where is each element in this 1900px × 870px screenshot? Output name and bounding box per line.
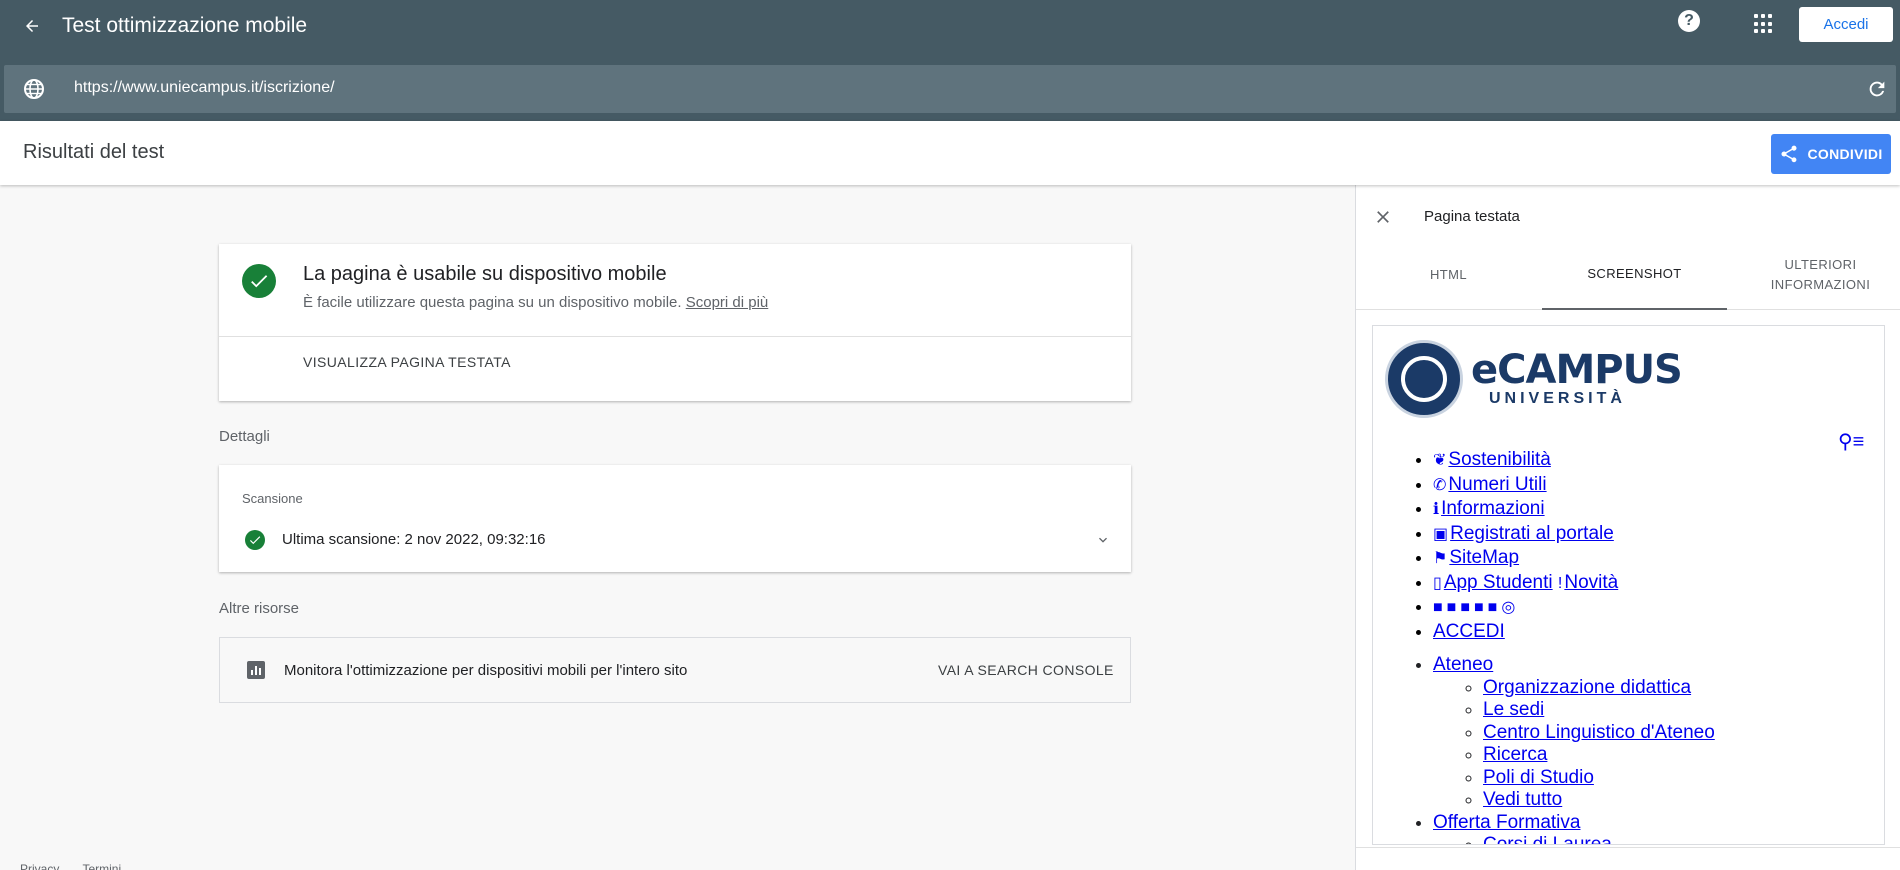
- preview-link: Centro Linguistico d'Ateneo: [1483, 721, 1715, 743]
- list-item: ❦Sostenibilità: [1433, 448, 1618, 473]
- status-description: È facile utilizzare questa pagina su un …: [303, 294, 768, 311]
- preview-link: Ateneo: [1433, 654, 1494, 675]
- panel-title: Pagina testata: [1424, 208, 1520, 225]
- view-tested-page-button[interactable]: VISUALIZZA PAGINA TESTATA: [303, 354, 511, 370]
- ecampus-logo: eCAMPUS UNIVERSITÀ: [1385, 340, 1683, 418]
- results-header: Risultati del test CONDIVIDI: [0, 121, 1900, 185]
- preview-link: Informazioni: [1441, 498, 1545, 519]
- scan-card[interactable]: Scansione Ultima scansione: 2 nov 2022, …: [219, 465, 1131, 572]
- sitemap-icon: ⚑: [1433, 550, 1448, 567]
- title-bar: Test ottimizzazione mobile ? Accedi: [0, 0, 1900, 52]
- social-icons: ■■■■■◎: [1433, 599, 1520, 616]
- tested-page-panel: Pagina testata HTML SCREENSHOT ULTERIORI…: [1355, 185, 1900, 870]
- list-item: Organizzazione didattica: [1483, 677, 1715, 700]
- preview-link: Poli di Studio: [1483, 766, 1594, 788]
- search-menu-icon: ⚲≡: [1838, 431, 1865, 453]
- logo-main-text: eCAMPUS: [1471, 347, 1683, 393]
- preview-link: Registrati al portale: [1450, 522, 1614, 544]
- help-icon[interactable]: ?: [1678, 10, 1700, 32]
- details-section-label: Dettagli: [219, 428, 270, 445]
- globe-icon: [24, 79, 44, 99]
- list-item: Centro Linguistico d'Ateneo: [1483, 722, 1715, 745]
- list-item: Ateneo Organizzazione didattica Le sedi …: [1433, 654, 1715, 812]
- chevron-down-icon[interactable]: [1095, 532, 1111, 548]
- preview-menu: Ateneo Organizzazione didattica Le sedi …: [1433, 654, 1715, 845]
- mobile-icon: ▯: [1433, 574, 1442, 592]
- tab-screenshot[interactable]: SCREENSHOT: [1542, 240, 1727, 310]
- resource-text: Monitora l'ottimizzazione per dispositiv…: [284, 662, 688, 679]
- screenshot-preview: eCAMPUS UNIVERSITÀ ⚲≡ ❦Sostenibilità ✆Nu…: [1372, 325, 1885, 845]
- preview-link: SiteMap: [1449, 547, 1520, 568]
- list-item: ACCEDI: [1433, 620, 1618, 644]
- list-item: ⚑SiteMap: [1433, 546, 1618, 571]
- footer-links: Privacy Termini: [20, 862, 141, 870]
- status-title: La pagina è usabile su dispositivo mobil…: [303, 263, 667, 285]
- url-bar[interactable]: https://www.uniecampus.it/iscrizione/: [4, 65, 1896, 113]
- tab-more-info[interactable]: ULTERIORI INFORMAZIONI: [1728, 240, 1900, 310]
- preview-link: Offerta Formativa: [1433, 811, 1581, 833]
- preview-link: Ricerca: [1483, 744, 1548, 765]
- list-item: Offerta Formativa Corsi di Laurea: [1433, 811, 1715, 845]
- learn-more-link[interactable]: Scopri di più: [686, 294, 769, 311]
- panel-tabs: HTML SCREENSHOT ULTERIORI INFORMAZIONI: [1356, 240, 1900, 310]
- list-item: Poli di Studio: [1483, 767, 1715, 790]
- exclamation-icon: !: [1557, 574, 1563, 592]
- status-card: La pagina è usabile su dispositivo mobil…: [219, 244, 1131, 401]
- preview-nav-list: ❦Sostenibilità ✆Numeri Utili ℹInformazio…: [1433, 448, 1618, 643]
- list-item: Corsi di Laurea: [1483, 834, 1715, 845]
- info-icon: ℹ: [1433, 501, 1440, 518]
- resources-section-label: Altre risorse: [219, 600, 300, 617]
- sign-in-button[interactable]: Accedi: [1799, 7, 1893, 42]
- preview-link: Corsi di Laurea: [1483, 834, 1612, 845]
- bar-chart-icon: [247, 661, 265, 679]
- tab-more-info-label: ULTERIORI INFORMAZIONI: [1770, 257, 1871, 292]
- list-item: ■■■■■◎: [1433, 595, 1618, 620]
- close-icon[interactable]: [1373, 207, 1393, 227]
- preview-link: Numeri Utili: [1448, 473, 1547, 495]
- id-card-icon: ▣: [1433, 525, 1449, 543]
- share-label: CONDIVIDI: [1807, 146, 1883, 162]
- search-console-button[interactable]: VAI A SEARCH CONSOLE: [938, 662, 1114, 678]
- main-content: La pagina è usabile su dispositivo mobil…: [0, 185, 1355, 870]
- preview-link: Le sedi: [1483, 699, 1545, 720]
- list-item: Le sedi: [1483, 699, 1715, 722]
- top-bar: Test ottimizzazione mobile ? Accedi http…: [0, 0, 1900, 121]
- list-item: Vedi tutto: [1483, 789, 1715, 812]
- resource-card: Monitora l'ottimizzazione per dispositiv…: [219, 637, 1131, 703]
- preview-link: Novità: [1564, 571, 1619, 593]
- app-title: Test ottimizzazione mobile: [62, 14, 308, 37]
- refresh-icon[interactable]: [1866, 78, 1888, 100]
- preview-link: Sostenibilità: [1448, 449, 1551, 470]
- share-icon: [1781, 145, 1797, 163]
- list-item: ✆Numeri Utili: [1433, 473, 1618, 498]
- results-title: Risultati del test: [23, 141, 165, 163]
- scan-label: Scansione: [242, 491, 303, 506]
- list-item: ▯App Studenti !Novità: [1433, 571, 1618, 596]
- logo-emblem: [1385, 340, 1463, 418]
- share-button[interactable]: CONDIVIDI: [1771, 134, 1891, 174]
- terms-link[interactable]: Termini: [82, 862, 121, 870]
- preview-link: App Studenti: [1443, 571, 1553, 593]
- back-arrow-icon[interactable]: [18, 12, 46, 40]
- list-item: Ricerca: [1483, 744, 1715, 767]
- preview-link: Organizzazione didattica: [1483, 676, 1692, 698]
- list-item: ℹInformazioni: [1433, 497, 1618, 522]
- preview-link: ACCEDI: [1433, 620, 1505, 642]
- last-scan-text: Ultima scansione: 2 nov 2022, 09:32:16: [282, 531, 546, 548]
- divider: [219, 336, 1131, 337]
- panel-footer: [1356, 847, 1900, 870]
- tab-html[interactable]: HTML: [1356, 240, 1541, 310]
- apps-grid-icon[interactable]: [1754, 14, 1774, 34]
- privacy-link[interactable]: Privacy: [20, 862, 59, 870]
- phone-icon: ✆: [1433, 476, 1447, 494]
- status-description-text: È facile utilizzare questa pagina su un …: [303, 294, 682, 311]
- leaf-icon: ❦: [1433, 452, 1447, 469]
- check-circle-icon: [245, 530, 265, 550]
- check-circle-icon: [242, 264, 276, 298]
- list-item: ▣Registrati al portale: [1433, 522, 1618, 547]
- url-input[interactable]: https://www.uniecampus.it/iscrizione/: [74, 79, 335, 97]
- preview-link: Vedi tutto: [1483, 789, 1563, 810]
